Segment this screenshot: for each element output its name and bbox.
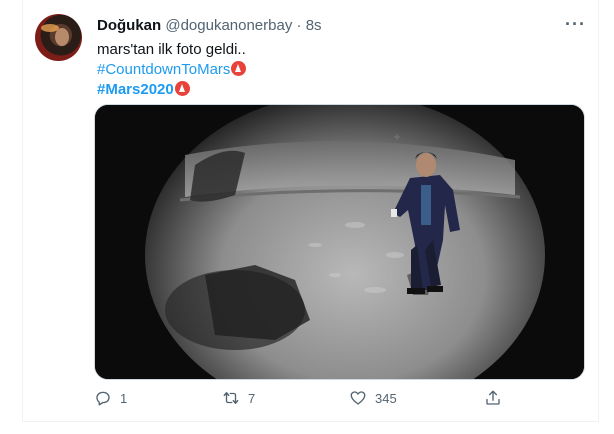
nasa-perseverance-badge-icon — [231, 61, 247, 76]
nasa-perseverance-badge-icon — [174, 81, 190, 96]
reply-button[interactable]: 1 — [94, 386, 127, 410]
heart-icon — [350, 391, 366, 405]
avatar[interactable] — [35, 14, 82, 61]
tweet-card[interactable]: Doğukan @dogukanonerbay · 8s ··· mars'ta… — [22, 0, 599, 422]
display-name[interactable]: Doğukan — [97, 17, 161, 34]
share-icon — [486, 390, 500, 405]
tweet-text: mars'tan ilk foto geldi.. #CountdownToMa… — [97, 40, 247, 100]
reply-count: 1 — [120, 390, 128, 406]
retweet-count: 7 — [248, 390, 256, 406]
tweet-body: mars'tan ilk foto geldi.. — [97, 41, 246, 58]
like-count: 345 — [375, 390, 397, 406]
like-button[interactable]: 345 — [349, 386, 397, 410]
mars-photo-illustration — [95, 105, 584, 379]
hashtag-mars2020[interactable]: #Mars2020 — [97, 81, 174, 98]
tweet-media-image[interactable] — [94, 104, 585, 380]
reply-icon — [96, 391, 110, 406]
tweet-time[interactable]: 8s — [306, 17, 322, 34]
user-handle[interactable]: @dogukanonerbay — [165, 17, 292, 34]
tweet-header: Doğukan @dogukanonerbay · 8s — [97, 16, 322, 36]
tweet-actions: 1 7 345 — [94, 386, 583, 410]
separator: · — [296, 17, 302, 34]
more-options-button[interactable]: ··· — [565, 14, 586, 35]
retweet-button[interactable]: 7 — [222, 386, 255, 410]
share-button[interactable] — [484, 386, 502, 410]
retweet-icon — [223, 392, 239, 404]
hashtag-countdowntomars[interactable]: #CountdownToMars — [97, 61, 230, 78]
avatar-face — [55, 28, 69, 46]
